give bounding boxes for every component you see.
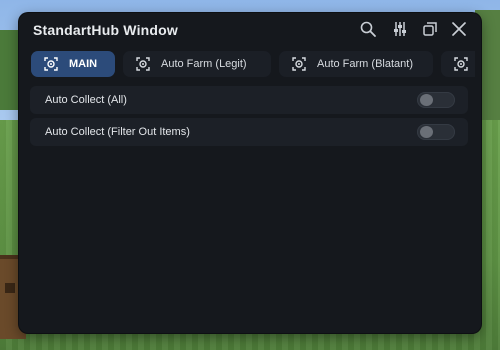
toggle-label: Auto Collect (Filter Out Items): [45, 126, 190, 138]
target-icon: [453, 56, 469, 72]
toggle-label: Auto Collect (All): [45, 94, 127, 106]
sliders-icon[interactable]: [391, 20, 409, 38]
toggle-row-auto-collect-filter[interactable]: Auto Collect (Filter Out Items): [30, 118, 468, 146]
search-icon[interactable]: [359, 20, 377, 38]
auto-collect-filter-toggle[interactable]: [417, 124, 455, 140]
tab-auto-farm-legit[interactable]: Auto Farm (Legit): [123, 51, 271, 77]
standarthub-window: StandartHub Window MAIN Auto Farm (Legit…: [19, 13, 481, 333]
toggle-knob: [420, 94, 433, 106]
toggle-list: Auto Collect (All) Auto Collect (Filter …: [30, 86, 468, 150]
tab-bar: MAIN Auto Farm (Legit) Auto Farm (Blatan…: [29, 51, 475, 79]
target-icon: [135, 56, 151, 72]
tab-more[interactable]: [441, 51, 475, 77]
background-block-left: [0, 30, 20, 110]
restore-icon[interactable]: [421, 20, 439, 38]
toggle-row-auto-collect-all[interactable]: Auto Collect (All): [30, 86, 468, 114]
target-icon: [43, 56, 59, 72]
tab-auto-farm-blatant-label: Auto Farm (Blatant): [317, 58, 413, 70]
title-bar[interactable]: StandartHub Window: [19, 13, 481, 47]
auto-collect-all-toggle[interactable]: [417, 92, 455, 108]
toggle-knob: [420, 126, 433, 138]
window-title: StandartHub Window: [33, 22, 179, 38]
close-icon[interactable]: [450, 20, 468, 38]
tab-auto-farm-blatant[interactable]: Auto Farm (Blatant): [279, 51, 433, 77]
tab-auto-farm-legit-label: Auto Farm (Legit): [161, 58, 247, 70]
target-icon: [291, 56, 307, 72]
tab-main[interactable]: MAIN: [31, 51, 115, 77]
tab-main-label: MAIN: [69, 58, 98, 70]
